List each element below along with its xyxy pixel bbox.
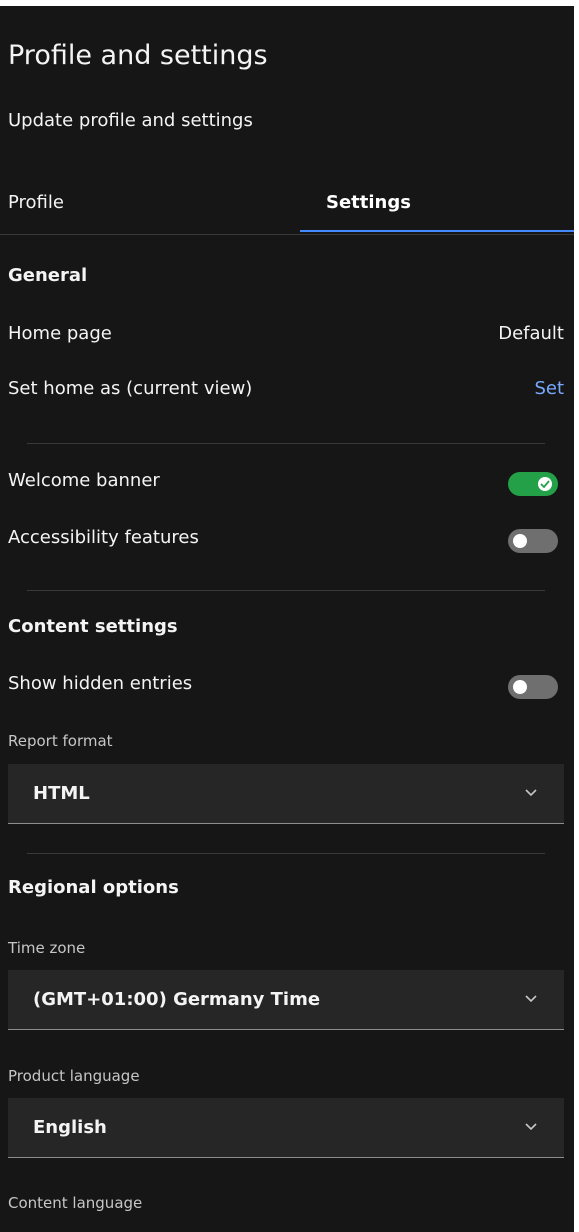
toggle-knob [538,477,552,491]
content-language-label: Content language [8,1194,143,1212]
home-page-value: Default [498,323,564,344]
tab-settings[interactable]: Settings [300,178,574,232]
accessibility-label: Accessibility features [8,527,199,548]
profile-settings-panel: Profile and settings Update profile and … [0,6,574,1232]
page-subtitle: Update profile and settings [8,110,253,131]
show-hidden-label: Show hidden entries [8,673,193,694]
report-format-label: Report format [8,732,113,750]
chevron-down-icon [524,1122,538,1132]
product-language-label: Product language [8,1067,140,1085]
welcome-banner-label: Welcome banner [8,470,160,491]
checkmark-icon [540,480,550,488]
page-title: Profile and settings [8,40,268,71]
show-hidden-toggle[interactable] [508,675,558,699]
toggle-knob [513,534,527,548]
chevron-down-icon [524,788,538,798]
set-home-link[interactable]: Set [534,377,564,401]
tab-list: Profile Settings [0,178,574,235]
section-title-content-settings: Content settings [8,616,178,637]
time-zone-value: (GMT+01:00) Germany Time [33,989,321,1010]
report-format-select[interactable]: HTML [8,764,564,824]
product-language-value: English [33,1117,107,1138]
toggle-knob [513,680,527,694]
accessibility-toggle[interactable] [508,529,558,553]
divider [27,590,545,591]
section-title-regional: Regional options [8,877,179,898]
time-zone-label: Time zone [8,939,86,957]
welcome-banner-toggle[interactable] [508,472,558,496]
divider [27,853,545,854]
chevron-down-icon [524,994,538,1004]
home-page-label: Home page [8,323,112,344]
report-format-value: HTML [33,783,90,804]
time-zone-select[interactable]: (GMT+01:00) Germany Time [8,970,564,1030]
product-language-select[interactable]: English [8,1098,564,1158]
tab-profile[interactable]: Profile [8,178,298,232]
set-home-label: Set home as (current view) [8,378,253,399]
section-title-general: General [8,265,88,286]
divider [27,443,545,444]
